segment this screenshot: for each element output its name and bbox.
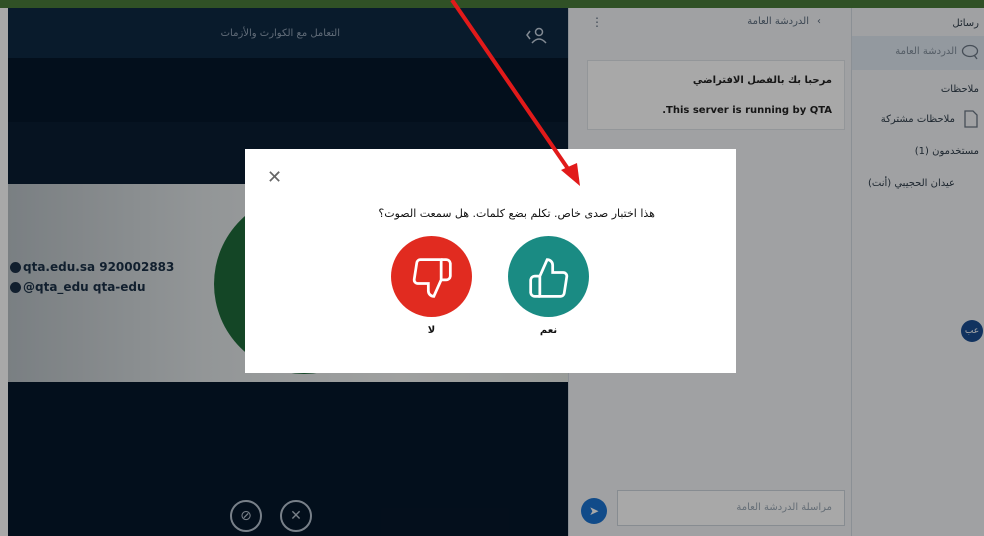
- close-icon[interactable]: ✕: [267, 167, 282, 188]
- no-button[interactable]: [391, 236, 472, 317]
- modal-question: هذا اختبار صدى خاص. تكلم بضع كلمات. هل س…: [378, 207, 655, 220]
- yes-label: نعم: [539, 325, 558, 336]
- no-label: لا: [427, 325, 436, 336]
- thumbs-up-icon: [527, 256, 571, 298]
- thumbs-down-icon: [410, 256, 454, 298]
- yes-button[interactable]: [508, 236, 589, 317]
- echo-test-modal: ✕ هذا اختبار صدى خاص. تكلم بضع كلمات. هل…: [245, 149, 736, 373]
